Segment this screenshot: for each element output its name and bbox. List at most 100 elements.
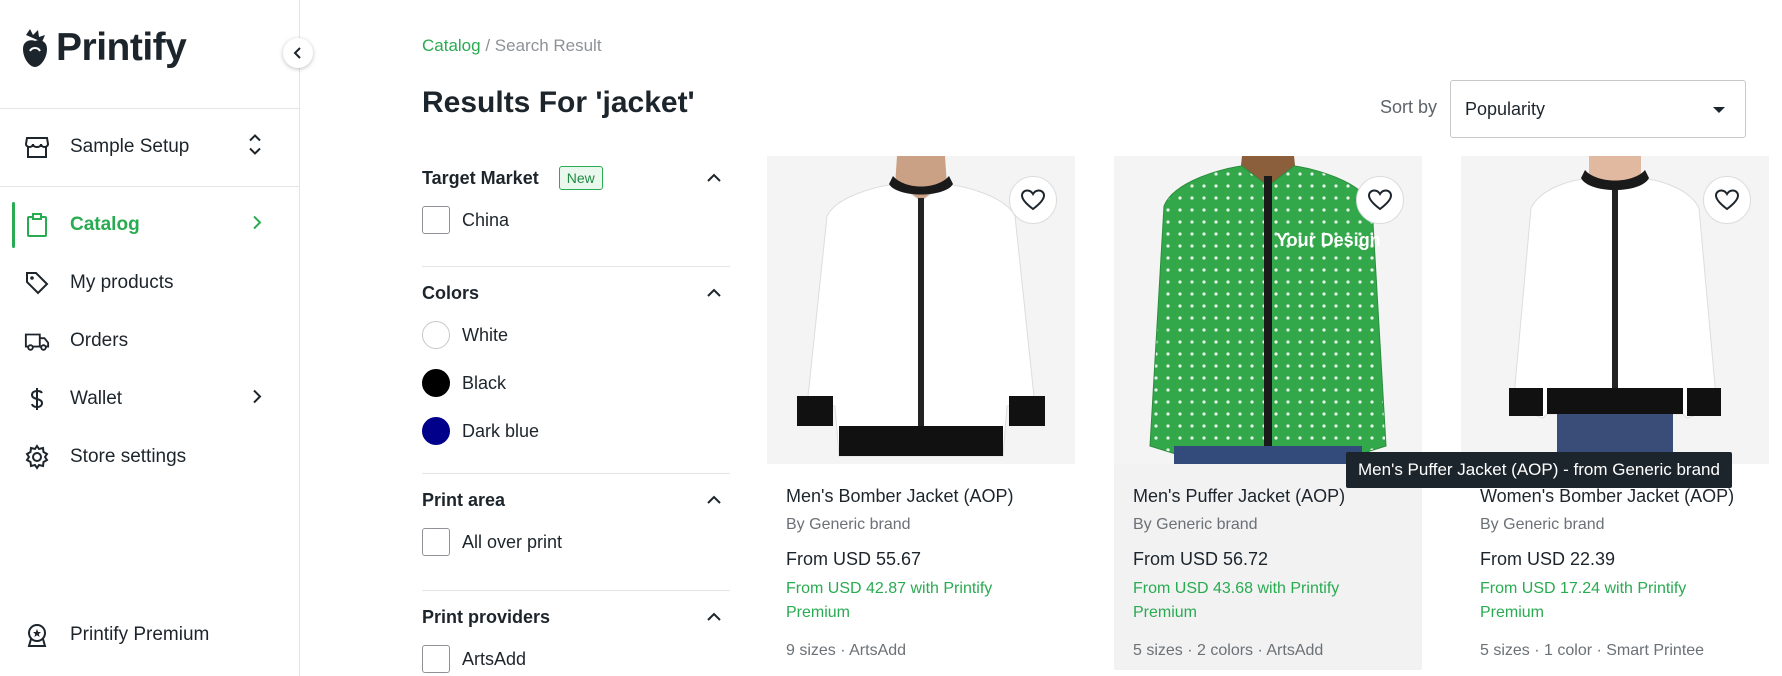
product-name[interactable]: Women's Bomber Jacket (AOP) [1480,486,1734,507]
printify-logo[interactable]: Printify [20,26,187,70]
product-price: From USD 56.72 [1133,549,1269,569]
gear-icon [24,444,50,470]
breadcrumb-separator: / [480,36,495,55]
breadcrumb: Catalog / Search Result [422,36,602,56]
sidebar-item-my-products[interactable]: My products [0,258,299,308]
sidebar-item-wallet[interactable]: Wallet [0,374,299,424]
chevron-right-icon [251,389,263,410]
filter-header[interactable]: Colors [422,275,730,311]
caret-down-icon [1713,107,1725,113]
color-swatch-dark-blue[interactable] [422,417,450,445]
product-brand: By Generic brand [1480,516,1605,533]
sidebar-item-orders[interactable]: Orders [0,316,299,366]
filter-option-china[interactable]: China [422,196,730,244]
product-card[interactable]: Men's Bomber Jacket (AOP) By Generic bra… [767,156,1075,670]
chevron-left-icon [293,47,301,59]
option-label: ArtsAdd [462,648,527,669]
premium-price: From USD 42.87 with Printify Premium [786,580,993,621]
filter-title: Print providers [422,606,551,627]
chevron-right-icon [251,215,263,236]
store-name: Sample Setup [70,136,190,157]
collapse-sidebar-button[interactable] [283,38,313,68]
premium-price: From USD 43.68 with Printify Premium [1133,580,1340,621]
chevron-up-icon [707,612,721,621]
sidebar-item-printify-premium[interactable]: Printify Premium [0,610,299,660]
app-root: Printify Sample Setup Catalog My product… [0,0,1782,676]
filter-title: Target Market [422,167,539,188]
chevron-updown-icon [247,132,263,163]
sidebar-divider [0,108,299,109]
chevron-up-icon [707,173,721,182]
checkbox[interactable] [422,645,450,673]
product-tooltip: Men's Puffer Jacket (AOP) - from Generic… [1346,452,1732,488]
sidebar-item-label: Printify Premium [70,624,210,645]
filter-title: Print area [422,489,506,510]
chevron-up-icon [707,495,721,504]
filter-option-artsadd[interactable]: ArtsAdd [422,635,730,676]
filter-header[interactable]: Print providers [422,599,730,635]
product-meta: 5 sizes · 2 colors · ArtsAdd [1133,642,1324,659]
brand-name: Printify [56,26,187,69]
sidebar-item-label: My products [70,272,174,293]
premium-badge-icon [24,622,50,648]
printify-logo-icon [23,29,47,67]
product-name[interactable]: Men's Puffer Jacket (AOP) [1133,486,1345,507]
filter-option-dark-blue[interactable]: Dark blue [422,407,730,455]
premium-price: From USD 17.24 with Printify Premium [1480,580,1687,621]
color-swatch-white[interactable] [422,321,450,349]
color-swatch-black[interactable] [422,369,450,397]
checkbox[interactable] [422,528,450,556]
product-price: From USD 55.67 [786,549,922,569]
sort-value: Popularity [1465,98,1546,119]
filter-header[interactable]: Target Market New [422,160,730,196]
sort-select[interactable]: Popularity [1450,80,1746,138]
option-label: All over print [462,531,563,552]
store-icon [24,134,50,160]
sidebar-item-store-settings[interactable]: Store settings [0,432,299,482]
favorite-button[interactable] [1703,176,1751,224]
filter-option-white[interactable]: White [422,311,730,359]
filter-header[interactable]: Print area [422,482,730,518]
breadcrumb-catalog-link[interactable]: Catalog [422,36,481,55]
favorite-button[interactable] [1009,176,1057,224]
store-switcher[interactable]: Sample Setup [0,122,299,172]
sidebar-item-label: Store settings [70,446,187,467]
heart-icon [1021,189,1045,211]
sidebar-item-catalog[interactable]: Catalog [0,200,299,250]
page-title: Results For 'jacket' [422,86,695,119]
heart-icon [1368,189,1392,211]
filter-target-market: Target Market New China [422,160,730,267]
checkbox[interactable] [422,206,450,234]
product-meta: 5 sizes · 1 color · Smart Printee [1480,642,1705,659]
filter-option-all-over-print[interactable]: All over print [422,518,730,566]
filter-print-area: Print area All over print [422,474,730,591]
filter-colors: Colors White Black Dark blue [422,267,730,474]
sidebar-item-label: Wallet [70,388,123,409]
sidebar-item-label: Orders [70,330,129,351]
your-design-text: Your Design [1276,230,1381,250]
filter-title: Colors [422,282,480,303]
dollar-icon [24,386,50,412]
filter-option-black[interactable]: Black [422,359,730,407]
sidebar-item-label: Catalog [70,214,140,235]
sidebar-divider [0,186,299,187]
sort-label: Sort by [1380,97,1438,117]
product-name[interactable]: Men's Bomber Jacket (AOP) [786,486,1014,507]
heart-icon [1715,189,1739,211]
sidebar: Printify Sample Setup Catalog My product… [0,0,313,676]
product-price: From USD 22.39 [1480,549,1616,569]
favorite-button[interactable] [1356,176,1404,224]
filter-print-providers: Print providers ArtsAdd [422,591,730,676]
truck-icon [24,328,50,354]
chevron-up-icon [707,288,721,297]
product-brand: By Generic brand [1133,516,1258,533]
product-card[interactable]: Women's Bomber Jacket (AOP) By Generic b… [1461,156,1769,670]
product-card[interactable]: Your Design Men's Puffer Jacket (AOP) By… [1114,156,1422,670]
clipboard-icon [24,212,50,238]
option-label: Black [462,372,507,393]
product-brand: By Generic brand [786,516,911,533]
breadcrumb-current: Search Result [494,36,602,55]
new-badge: New [558,166,603,190]
filters-panel: Target Market New China Colors White Bla… [422,160,730,676]
tag-icon [24,270,50,296]
